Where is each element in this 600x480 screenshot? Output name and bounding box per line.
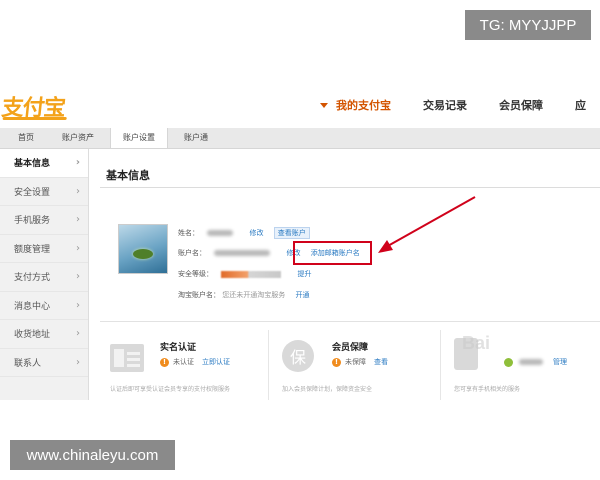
sub-nav: 首页 账户资产 账户设置 账户通 [0,128,600,149]
tab-account-settings[interactable]: 账户设置 [110,128,168,148]
sidebar: 基本信息 › 安全设置 › 手机服务 › 额度管理 › 支付方式 › 消息中心 › 收货地址… [0,149,89,400]
card-title: 实名认证 [160,343,197,353]
card-description: 加入会员保障计划，保障资金安全 [282,386,373,393]
divider [268,330,269,400]
id-card-icon [110,344,144,372]
status-redacted [519,359,543,365]
card-description: 认证后即可享受认证会员专享的支付权限服务 [110,386,231,393]
sidebar-item-label: 额度管理 [14,244,51,255]
sidebar-item-label: 收货地址 [14,330,51,341]
sidebar-item-basic-info[interactable]: 基本信息 › [0,149,88,178]
card-status: ! 未保障 查看 [332,357,388,367]
nav-label: 交易记录 [423,99,467,112]
verify-now-link[interactable]: 立即认证 [202,357,230,367]
status-text: 未认证 [173,358,194,366]
sidebar-item-contacts[interactable]: 联系人 › [0,349,88,377]
chevron-right-icon: › [76,328,80,340]
card-status: 管理 [504,357,567,367]
nav-my-alipay[interactable]: 我的支付宝 [320,97,391,113]
nav-member-protection[interactable]: 会员保障 [499,97,543,113]
top-nav: 我的支付宝 交易记录 会员保障 应 [320,82,600,128]
chevron-right-icon: › [76,185,80,197]
logo-underline [2,117,67,120]
warning-icon: ! [160,357,169,367]
baidu-watermark: Bai [462,333,491,353]
chevron-right-icon: › [76,299,80,311]
divider [440,330,441,400]
chevron-right-icon: › [76,271,80,283]
alipay-screenshot: 支付宝 我的支付宝 交易记录 会员保障 应 首页 账户资产 账户设置 账户通 基… [0,82,600,400]
nav-label: 我的支付宝 [336,99,391,112]
main-panel: 基本信息 姓名： 修改 查看账户 账户名： 修改 添加邮箱账户名 安全等级： 提… [90,149,600,400]
active-marker-icon [320,102,328,108]
top-bar: 支付宝 我的支付宝 交易记录 会员保障 应 [0,82,600,128]
alipay-logo[interactable]: 支付宝 [0,90,67,122]
shield-icon: 保 [282,340,314,372]
nav-label: 会员保障 [499,99,543,112]
sidebar-item-label: 消息中心 [14,301,51,312]
card-title: 会员保障 [332,343,369,353]
status-text: 未保障 [345,358,366,366]
tg-watermark-badge: TG: MYYJJPP [465,10,591,40]
card-status: ! 未认证 立即认证 [160,357,230,367]
nav-transactions[interactable]: 交易记录 [423,97,467,113]
tab-account-assets[interactable]: 账户资产 [50,128,106,148]
card-real-name: 实名认证 ! 未认证 立即认证 认证后即可享受认证会员专享的支付权限服务 [100,322,266,400]
sidebar-item-label: 安全设置 [14,187,51,198]
sidebar-item-label: 基本信息 [14,159,51,170]
chevron-right-icon: › [76,356,80,368]
chevron-right-icon: › [75,157,80,169]
manage-link[interactable]: 管理 [553,357,567,367]
sidebar-item-mobile[interactable]: 手机服务 › [0,206,88,235]
tab-account-link[interactable]: 账户通 [172,128,220,148]
sidebar-item-payment-methods[interactable]: 支付方式 › [0,263,88,292]
warning-icon: ! [332,357,341,367]
sidebar-item-security[interactable]: 安全设置 › [0,178,88,206]
sidebar-item-messages[interactable]: 消息中心 › [0,292,88,320]
card-description: 您可享有手机相关的服务 [454,386,521,393]
sidebar-item-label: 手机服务 [14,216,51,227]
check-icon [504,357,513,367]
service-cards: 实名认证 ! 未认证 立即认证 认证后即可享受认证会员专享的支付权限服务 保 会… [100,321,600,400]
sidebar-item-label: 支付方式 [14,273,51,284]
site-watermark-badge: www.chinaleyu.com [10,440,175,470]
card-member-protection: 保 会员保障 ! 未保障 查看 加入会员保障计划，保障资金安全 [272,322,438,400]
nav-label: 应 [575,99,586,112]
sidebar-item-label: 联系人 [14,358,42,369]
tab-home[interactable]: 首页 [6,128,46,148]
sidebar-item-limits[interactable]: 额度管理 › [0,235,88,263]
chevron-right-icon: › [76,242,80,254]
nav-apps[interactable]: 应 [575,97,586,113]
view-protection-link[interactable]: 查看 [374,357,388,367]
chevron-right-icon: › [76,214,80,226]
sidebar-item-addresses[interactable]: 收货地址 › [0,320,88,349]
